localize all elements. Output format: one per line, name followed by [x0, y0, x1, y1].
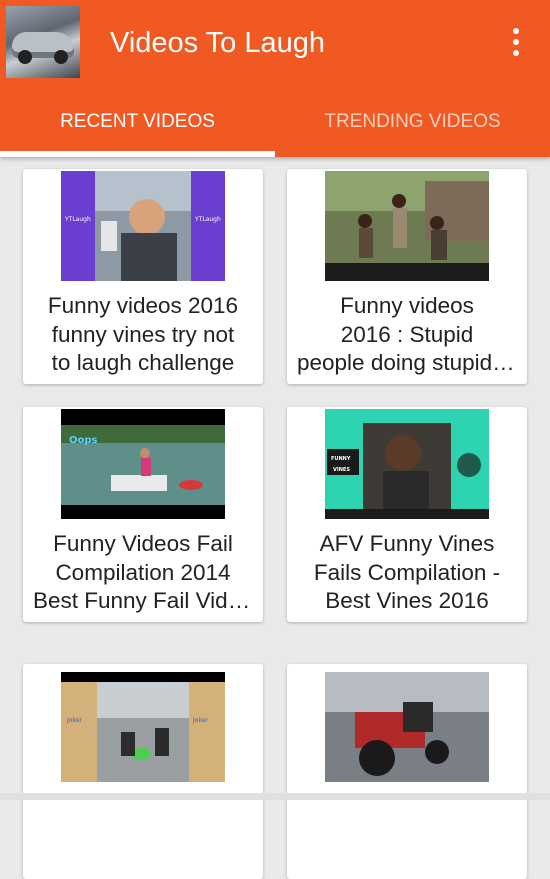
- thumbnail-watermark: Joker: [66, 717, 82, 724]
- thumbnail-watermark: Joker: [192, 717, 208, 724]
- thumbnail-watermark: VINES: [333, 467, 350, 473]
- tab-recent-videos[interactable]: RECENT VIDEOS: [0, 100, 275, 157]
- video-title: Funny videos 2016 : Stupid people doing …: [297, 293, 517, 375]
- overflow-menu-icon[interactable]: [500, 24, 532, 60]
- video-title: AFV Funny Vines Fails Compilation - Best…: [313, 531, 501, 613]
- thumbnail-watermark: YTLaugh: [64, 216, 91, 223]
- tab-trending-videos[interactable]: TRENDING VIDEOS: [275, 100, 550, 157]
- app-title: Videos To Laugh: [110, 27, 326, 59]
- thumbnail-watermark: Oops: [69, 435, 98, 446]
- video-thumbnail: FUNNY VINES: [325, 409, 489, 519]
- video-thumbnail: Oops: [61, 409, 225, 519]
- app-logo: [6, 6, 80, 78]
- tab-indicator: [0, 151, 275, 157]
- video-thumbnail: [325, 171, 489, 281]
- video-card[interactable]: FUNNY VINES AFV Funny Vines Fails Compil…: [287, 407, 527, 622]
- video-card[interactable]: YTLaugh YTLaugh Funny videos 2016 funny …: [23, 169, 263, 384]
- video-thumbnail: YTLaugh YTLaugh: [61, 171, 225, 281]
- video-title: Funny Videos Fail Compilation 2014 Best …: [33, 531, 253, 613]
- thumbnail-watermark: FUNNY: [331, 456, 351, 462]
- video-card[interactable]: [287, 664, 527, 879]
- video-title: Funny videos 2016 funny vines try not to…: [47, 293, 239, 375]
- bottom-edge: [0, 793, 550, 800]
- video-card[interactable]: Joker Joker: [23, 664, 263, 879]
- video-thumbnail: Joker Joker: [61, 672, 225, 782]
- thumbnail-watermark: YTLaugh: [194, 216, 221, 223]
- video-card[interactable]: Oops Funny Videos Fail Compilation 2014 …: [23, 407, 263, 622]
- video-thumbnail: [325, 672, 489, 782]
- app-bar: Videos To Laugh RECENT VIDEOS TRENDING V…: [0, 0, 550, 157]
- video-card[interactable]: Funny videos 2016 : Stupid people doing …: [287, 169, 527, 384]
